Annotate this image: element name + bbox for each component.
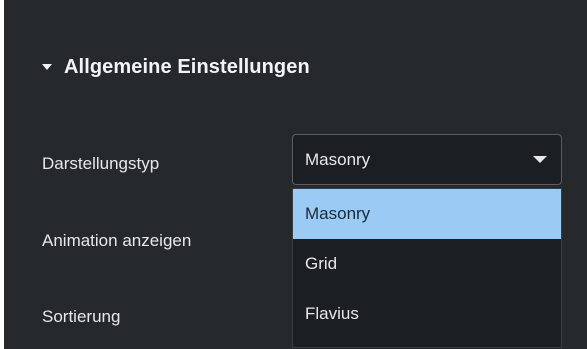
section-header-general-settings[interactable]: Allgemeine Einstellungen — [42, 52, 310, 82]
display-type-select-value: Masonry — [305, 149, 371, 169]
dropdown-option-masonry[interactable]: Masonry — [293, 189, 561, 239]
display-type-dropdown-list: Masonry Grid Flavius — [292, 188, 562, 348]
chevron-down-icon[interactable] — [533, 156, 547, 163]
display-type-select[interactable]: Masonry — [292, 134, 562, 185]
dropdown-option-flavius[interactable]: Flavius — [293, 289, 561, 339]
animation-label: Animation anzeigen — [42, 231, 192, 250]
sort-label: Sortierung — [42, 307, 121, 326]
settings-panel: Allgemeine Einstellungen Darstellungstyp… — [4, 0, 587, 349]
caret-down-icon — [42, 64, 52, 70]
section-title: Allgemeine Einstellungen — [64, 55, 310, 78]
display-type-label: Darstellungstyp — [42, 154, 160, 173]
dropdown-option-grid[interactable]: Grid — [293, 239, 561, 289]
